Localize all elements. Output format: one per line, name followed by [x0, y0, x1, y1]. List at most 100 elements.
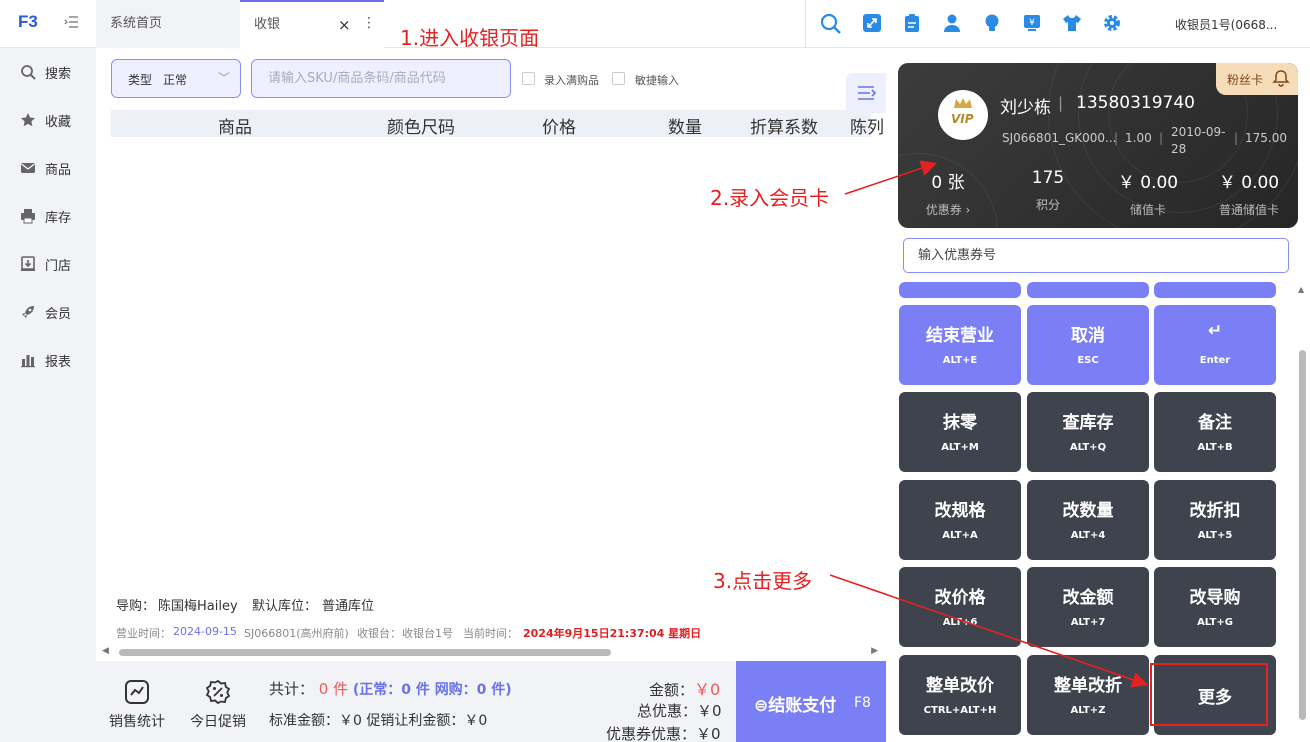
vip-card[interactable]: VIP 刘少栋 | 13580319740 SJ066801_GK000... …	[898, 63, 1298, 228]
button-label: 改折扣	[1189, 501, 1241, 521]
online-count: 网购：0 件)	[434, 682, 512, 698]
check-stock-button[interactable]: 查库存 ALT+Q	[1027, 392, 1149, 472]
app-logo: F3	[18, 12, 38, 31]
list-toggle-button[interactable]	[846, 73, 886, 113]
expand-icon[interactable]	[862, 13, 884, 35]
search-icon	[21, 65, 36, 80]
button-label: 结束营业	[926, 326, 994, 346]
sidebar-item-inventory[interactable]: 库存	[0, 192, 96, 240]
right-panel: VIP 刘少栋 | 13580319740 SJ066801_GK000... …	[886, 48, 1310, 742]
scroll-thumb[interactable]	[119, 649, 611, 656]
sidebar-item-stores[interactable]: 门店	[0, 240, 96, 288]
change-quantity-button[interactable]: 改数量 ALT+4	[1027, 480, 1149, 560]
column-header[interactable]: 数量	[668, 113, 702, 138]
biz-time-label: 营业时间：	[116, 627, 171, 640]
collapse-menu-icon[interactable]	[64, 14, 82, 32]
function-button-partial[interactable]	[1154, 282, 1276, 298]
button-label: 整单改价	[926, 676, 994, 696]
vertical-scrollbar[interactable]: ▲	[1296, 285, 1308, 725]
sku-search-input[interactable]	[251, 59, 511, 98]
function-button-partial[interactable]	[1027, 282, 1149, 298]
column-header[interactable]: 陈列	[850, 113, 884, 138]
user-icon[interactable]	[942, 13, 964, 35]
guide-value[interactable]: 陈国梅Hailey	[158, 595, 238, 614]
bell-icon	[1272, 70, 1290, 87]
member-name: 刘少栋	[1000, 98, 1051, 118]
type-select-value: 正常	[163, 73, 188, 87]
note-button[interactable]: 备注 ALT+B	[1154, 392, 1276, 472]
biz-time-value: 2024-09-15	[173, 625, 237, 638]
annotation-step3: 3.点击更多	[713, 569, 813, 593]
function-button-partial[interactable]	[899, 282, 1021, 298]
yen-screen-icon[interactable]: ¥	[1022, 13, 1044, 35]
store-value: SJ066801(高州府前)	[244, 627, 349, 640]
shortcut-key: ESC	[1077, 355, 1099, 366]
tab-more-icon[interactable]: ⋮	[362, 15, 376, 31]
sidebar-item-reports[interactable]: 报表	[0, 336, 96, 384]
button-label: 改价格	[934, 588, 986, 608]
coupon-code-input[interactable]: 输入优惠券号	[903, 238, 1289, 273]
bulb-icon[interactable]	[982, 13, 1004, 35]
type-select[interactable]: 类型 正常 ﹀	[111, 59, 241, 98]
sidebar-item-favorites[interactable]: 收藏	[0, 96, 96, 144]
search-icon[interactable]	[820, 13, 842, 35]
round-off-button[interactable]: 抹零 ALT+M	[899, 392, 1021, 472]
member-date: 2010-09-28	[1171, 125, 1226, 156]
quick-input-checkbox[interactable]	[612, 72, 625, 85]
column-header[interactable]: 颜色尺码	[387, 113, 455, 138]
tab-close-icon[interactable]: ×	[338, 16, 351, 34]
top-bar: F3 系统首页 收银 × ⋮ ¥ 收银员1号(0668...	[0, 0, 1310, 48]
whole-order-discount-button[interactable]: 整单改折 ALT+Z	[1027, 655, 1149, 735]
checkout-button[interactable]: ⊜结账支付 F8	[736, 661, 886, 742]
scroll-up-icon[interactable]: ▲	[1298, 285, 1304, 294]
till-label: 收银台：	[357, 627, 401, 640]
close-business-button[interactable]: 结束营业 ALT+E	[899, 305, 1021, 385]
horizontal-scrollbar[interactable]: ◀ ▶	[102, 646, 878, 658]
coupon-stat-label: 优惠券 ›	[925, 203, 971, 217]
scroll-thumb[interactable]	[1299, 350, 1306, 720]
today-promo-button[interactable]: 今日促销	[183, 679, 253, 735]
sidebar-item-search[interactable]: 搜索	[0, 48, 96, 96]
printer-icon	[21, 209, 35, 224]
coupon-stat[interactable]: 0 张 优惠券 ›	[903, 168, 993, 218]
mail-icon	[21, 163, 35, 173]
discount-rate: 1.00	[1125, 131, 1152, 145]
enter-button[interactable]: ↵ Enter	[1154, 305, 1276, 385]
gear-icon[interactable]	[1102, 13, 1124, 35]
scroll-left-icon[interactable]: ◀	[102, 646, 109, 656]
sidebar-item-members[interactable]: 会员	[0, 288, 96, 336]
fans-card-tag[interactable]: 粉丝卡	[1216, 63, 1298, 95]
shortcut-key: ALT+4	[1070, 530, 1106, 541]
sidebar: 搜索 收藏 商品 库存 门店 会员 报表	[0, 48, 96, 742]
sidebar-item-label: 会员	[45, 306, 72, 322]
change-price-button[interactable]: 改价格 ALT+6	[899, 567, 1021, 647]
column-header[interactable]: 商品	[218, 113, 252, 138]
location-value[interactable]: 普通库位	[322, 595, 374, 614]
whole-order-price-button[interactable]: 整单改价 CTRL+ALT+H	[899, 655, 1021, 735]
change-guide-button[interactable]: 改导购 ALT+G	[1154, 567, 1276, 647]
change-spec-button[interactable]: 改规格 ALT+A	[899, 480, 1021, 560]
column-header[interactable]: 价格	[542, 113, 576, 138]
full-purchase-checkbox[interactable]	[522, 72, 535, 85]
checkout-label: 结账支付	[768, 696, 837, 716]
standard-amount: 标准金额：￥0 促销让利金额：￥0	[269, 713, 488, 729]
tab-home[interactable]: 系统首页	[96, 0, 240, 48]
amount-row: 金额：￥0	[649, 676, 720, 700]
cashier-user-menu[interactable]: 收银员1号(0668...	[1175, 16, 1277, 33]
cancel-button[interactable]: 取消 ESC	[1027, 305, 1149, 385]
amount-label: 金额：	[649, 681, 695, 699]
sidebar-item-products[interactable]: 商品	[0, 144, 96, 192]
column-header[interactable]: 折算系数	[750, 113, 818, 138]
button-label: 抹零	[943, 413, 977, 433]
coupon-count: 0 张	[931, 173, 965, 193]
stored-card-value: ￥ 0.00	[1117, 173, 1179, 193]
scroll-right-icon[interactable]: ▶	[871, 646, 878, 656]
change-discount-button[interactable]: 改折扣 ALT+5	[1154, 480, 1276, 560]
shortcut-key: ALT+B	[1197, 442, 1233, 453]
shirt-icon[interactable]	[1062, 13, 1084, 35]
change-amount-button[interactable]: 改金额 ALT+7	[1027, 567, 1149, 647]
till-value: 收银台1号	[402, 627, 453, 640]
shortcut-key: ALT+G	[1197, 617, 1233, 628]
sales-stats-button[interactable]: 销售统计	[102, 679, 172, 735]
clipboard-icon[interactable]	[902, 13, 924, 35]
